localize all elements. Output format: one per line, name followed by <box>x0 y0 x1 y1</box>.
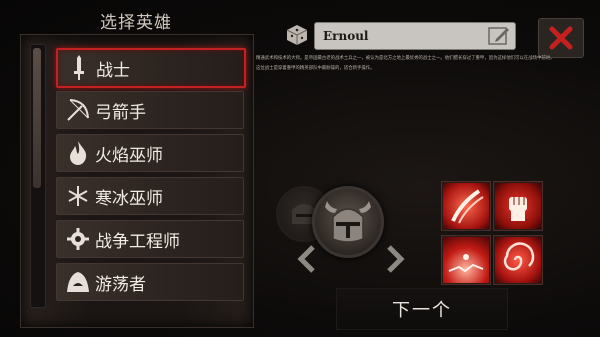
class-description: 精通武术和技术的大师。是帝国最古老的战术士兵之一，被认为是北方之地上最优秀的战士… <box>256 54 556 74</box>
hero-name-field[interactable] <box>314 22 516 50</box>
class-item-warrior[interactable]: 战士 <box>56 48 246 88</box>
chevron-right-icon <box>387 245 405 273</box>
class-item-label: 火焰巫师 <box>95 145 163 166</box>
prev-hero-arrow[interactable] <box>296 244 318 274</box>
description-line: 精通武术和技术的大师。是帝国最古老的战术士兵之一，被认为是北方之地上最优秀的战士… <box>256 56 555 61</box>
class-item-label: 战士 <box>96 60 130 81</box>
class-item-war-engineer[interactable]: 战争工程师 <box>56 220 244 258</box>
close-icon <box>549 26 573 50</box>
class-item-ice-mage[interactable]: 寒冰巫师 <box>56 177 244 215</box>
description-line: 这位战士是穿着重甲的精英部队中最耐操的，适合新手操作。 <box>256 66 375 71</box>
class-item-label: 寒冰巫师 <box>95 188 163 209</box>
hero-name-input[interactable] <box>321 26 485 46</box>
snowflake-icon <box>61 179 95 213</box>
skill-fist[interactable] <box>494 182 542 230</box>
close-button[interactable] <box>538 18 584 58</box>
bow-icon <box>61 93 95 127</box>
fist-icon <box>509 197 527 221</box>
panel-title: 选择英雄 <box>100 13 172 33</box>
class-item-rogue[interactable]: 游荡者 <box>56 263 244 301</box>
skill-ground-smash[interactable] <box>442 236 490 284</box>
dice-icon <box>286 25 308 45</box>
sword-icon <box>62 51 96 85</box>
class-item-fire-mage[interactable]: 火焰巫师 <box>56 134 244 172</box>
next-hero-arrow[interactable] <box>384 244 406 274</box>
class-item-label: 战争工程师 <box>95 231 180 252</box>
skill-slash[interactable] <box>442 182 490 230</box>
next-button[interactable]: 下一个 <box>336 288 508 330</box>
hero-portrait <box>312 186 384 258</box>
hood-icon <box>61 265 95 299</box>
vortex-icon <box>503 242 535 271</box>
edit-icon[interactable] <box>487 25 511 47</box>
randomize-name-button[interactable] <box>286 24 308 46</box>
chevron-left-icon <box>297 245 315 273</box>
scrollbar-thumb[interactable] <box>33 48 41 188</box>
class-item-archer[interactable]: 弓箭手 <box>56 91 244 129</box>
skill-whirlwind[interactable] <box>494 236 542 284</box>
gear-icon <box>61 222 95 256</box>
ground-crack-icon <box>448 254 484 273</box>
class-item-label: 游荡者 <box>95 274 146 295</box>
flame-icon <box>61 136 95 170</box>
helmet-icon <box>325 201 371 243</box>
class-item-label: 弓箭手 <box>95 102 146 123</box>
slash-icon <box>451 189 484 224</box>
